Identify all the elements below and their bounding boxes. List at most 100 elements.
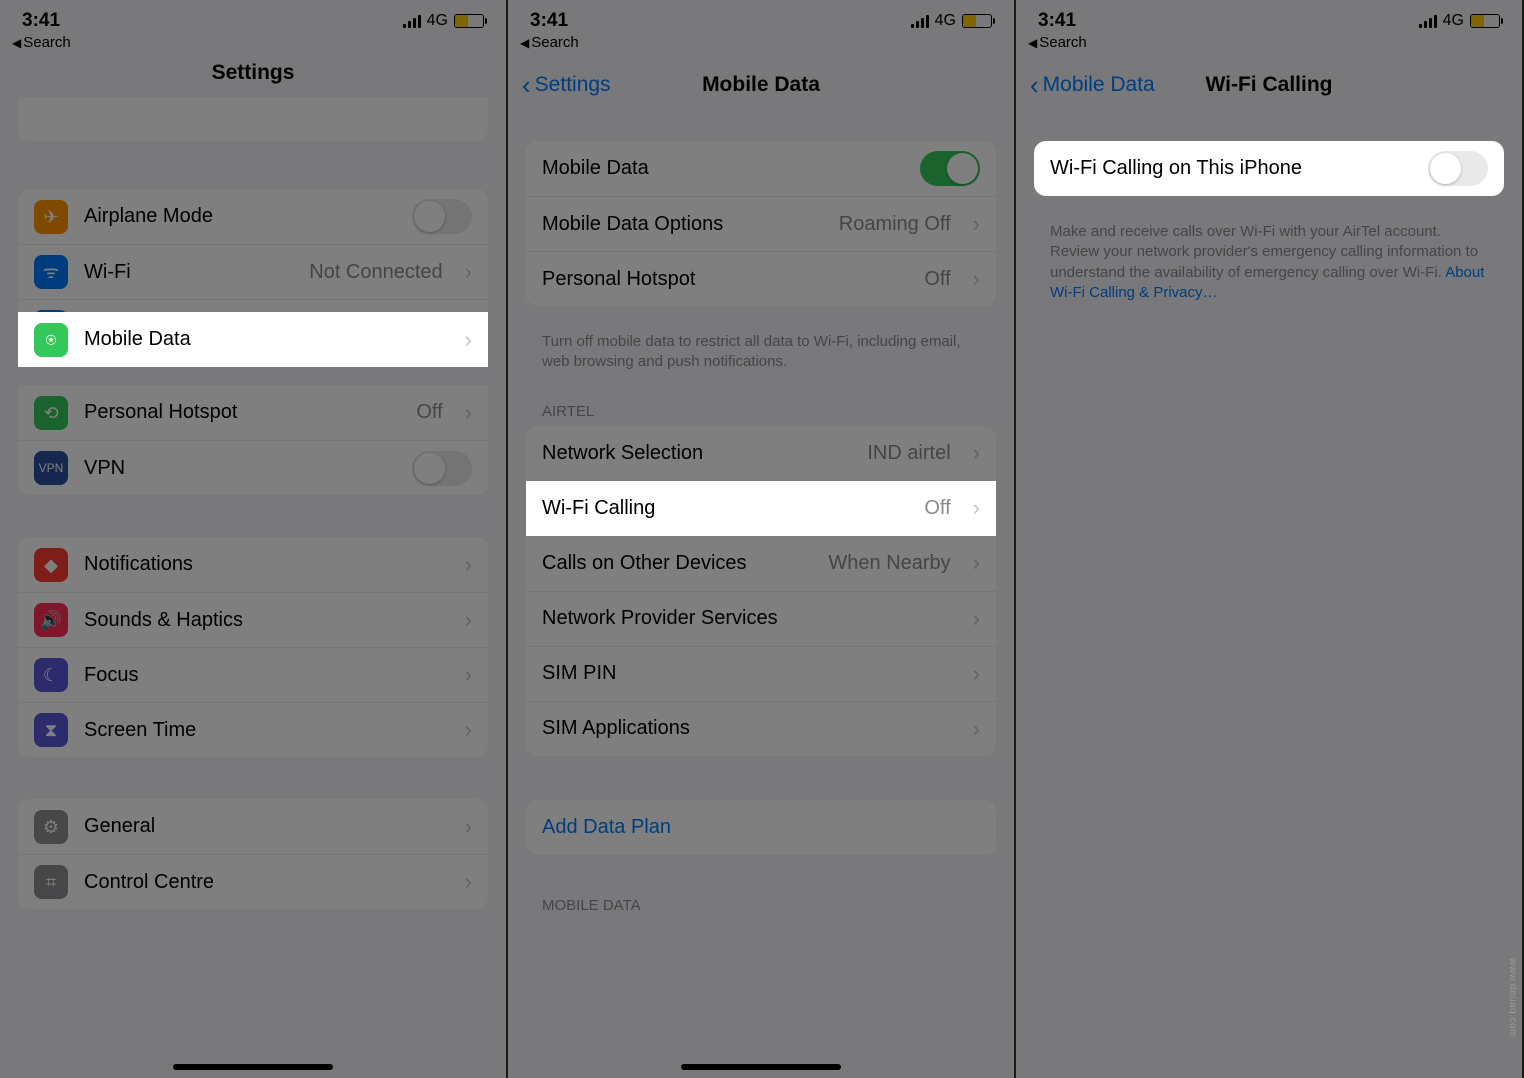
row-network-selection[interactable]: Network Selection IND airtel ›	[526, 426, 996, 481]
label: SIM PIN	[542, 662, 951, 685]
label: SIM Applications	[542, 717, 951, 740]
label: General	[84, 815, 443, 838]
row-calls-other-devices[interactable]: Calls on Other Devices When Nearby ›	[526, 536, 996, 591]
network-label: 4G	[427, 12, 448, 30]
value: Off	[924, 268, 950, 291]
vpn-icon: VPN	[34, 451, 68, 485]
value: IND airtel	[867, 442, 950, 465]
label: Personal Hotspot	[84, 401, 400, 424]
toggles-icon: ⌗	[34, 865, 68, 899]
general-group: ⚙ General › ⌗ Control Centre ›	[18, 799, 488, 909]
hotspot-icon: ⟲	[34, 396, 68, 430]
label: Wi-Fi	[84, 261, 293, 284]
chevron-right-icon: ›	[465, 259, 472, 285]
notifications-group: ◆ Notifications › 🔊 Sounds & Haptics › ☾…	[18, 537, 488, 757]
chevron-right-icon: ›	[465, 552, 472, 578]
row-general[interactable]: ⚙ General ›	[18, 799, 488, 854]
row-mobile-data-toggle[interactable]: Mobile Data	[526, 141, 996, 196]
chevron-right-icon: ›	[973, 550, 980, 576]
chevron-left-icon: ‹	[1030, 79, 1039, 92]
back-to-search[interactable]: ◀ Search	[508, 34, 1014, 59]
label: Notifications	[84, 553, 443, 576]
watermark: www.deuaq.com	[1507, 958, 1518, 1038]
label: Airplane Mode	[84, 205, 396, 228]
row-network-provider-services[interactable]: Network Provider Services ›	[526, 591, 996, 646]
signal-icon	[403, 14, 421, 28]
profile-card-stub[interactable]	[18, 97, 488, 141]
chevron-right-icon: ›	[973, 716, 980, 742]
row-personal-hotspot[interactable]: ⟲ Personal Hotspot Off ›	[18, 385, 488, 440]
label: Control Centre	[84, 871, 443, 894]
back-to-search[interactable]: ◀ Search	[0, 34, 506, 59]
signal-icon	[911, 14, 929, 28]
row-wifi-calling-on-iphone[interactable]: Wi-Fi Calling on This iPhone	[1034, 141, 1504, 196]
hourglass-icon: ⧗	[34, 713, 68, 747]
row-notifications[interactable]: ◆ Notifications ›	[18, 537, 488, 592]
value: Off	[924, 497, 950, 520]
chevron-right-icon: ›	[465, 662, 472, 688]
nav-bar: ‹ Settings Mobile Data	[508, 59, 1014, 111]
row-wifi-calling[interactable]: Wi-Fi Calling Off ›	[526, 481, 996, 536]
nav-bar: Settings	[0, 59, 506, 87]
label: Calls on Other Devices	[542, 552, 812, 575]
chevron-right-icon: ›	[465, 869, 472, 895]
section-mobile-data: MOBILE DATA	[508, 891, 1014, 920]
row-mobile-data-options[interactable]: Mobile Data Options Roaming Off ›	[526, 196, 996, 251]
row-sounds-haptics[interactable]: 🔊 Sounds & Haptics ›	[18, 592, 488, 647]
status-bar: 3:41 4G	[0, 0, 506, 34]
label: Wi-Fi Calling	[542, 497, 908, 520]
mobile-data-toggle[interactable]	[920, 151, 980, 186]
airplane-icon: ✈	[34, 200, 68, 234]
gear-icon: ⚙	[34, 810, 68, 844]
nav-back-button[interactable]: ‹ Mobile Data	[1030, 73, 1155, 97]
row-vpn[interactable]: VPN VPN	[18, 440, 488, 495]
status-time: 3:41	[22, 10, 60, 32]
speaker-icon: 🔊	[34, 603, 68, 637]
battery-icon	[1470, 14, 1500, 28]
add-data-plan-group: Add Data Plan	[526, 800, 996, 855]
value: Not Connected	[309, 261, 442, 284]
back-triangle-icon: ◀	[520, 36, 529, 50]
back-triangle-icon: ◀	[1028, 36, 1037, 50]
row-personal-hotspot[interactable]: Personal Hotspot Off ›	[526, 251, 996, 306]
row-control-centre[interactable]: ⌗ Control Centre ›	[18, 854, 488, 909]
network-label: 4G	[935, 12, 956, 30]
label: Personal Hotspot	[542, 268, 908, 291]
chevron-right-icon: ›	[465, 327, 472, 353]
row-add-data-plan[interactable]: Add Data Plan	[526, 800, 996, 855]
home-indicator[interactable]	[681, 1064, 841, 1070]
back-to-search[interactable]: ◀ Search	[1016, 34, 1522, 59]
row-airplane-mode[interactable]: ✈ Airplane Mode	[18, 189, 488, 244]
mobile-data-group: Mobile Data Mobile Data Options Roaming …	[526, 141, 996, 306]
battery-icon	[454, 14, 484, 28]
value: Roaming Off	[839, 213, 951, 236]
home-indicator[interactable]	[173, 1064, 333, 1070]
network-label: 4G	[1443, 12, 1464, 30]
row-sim-pin[interactable]: SIM PIN ›	[526, 646, 996, 701]
bell-icon: ◆	[34, 548, 68, 582]
signal-icon	[1419, 14, 1437, 28]
airplane-toggle[interactable]	[412, 199, 472, 234]
row-sim-applications[interactable]: SIM Applications ›	[526, 701, 996, 756]
label: Focus	[84, 664, 443, 687]
status-bar: 3:41 4G	[1016, 0, 1522, 34]
wifi-icon: ᯤ	[34, 255, 68, 289]
airtel-group-top: Network Selection IND airtel ›	[526, 426, 996, 481]
nav-back-button[interactable]: ‹ Settings	[522, 73, 611, 97]
value: When Nearby	[828, 552, 950, 575]
row-screen-time[interactable]: ⧗ Screen Time ›	[18, 702, 488, 757]
vpn-toggle[interactable]	[412, 451, 472, 486]
mobile-data-footer: Turn off mobile data to restrict all dat…	[508, 324, 1014, 397]
row-focus[interactable]: ☾ Focus ›	[18, 647, 488, 702]
row-mobile-data[interactable]: ⍟ Mobile Data ›	[18, 312, 488, 367]
chevron-right-icon: ›	[973, 440, 980, 466]
row-wifi[interactable]: ᯤ Wi-Fi Not Connected ›	[18, 244, 488, 299]
wifi-calling-toggle[interactable]	[1428, 151, 1488, 186]
page-title: Settings	[0, 61, 506, 85]
label: Network Selection	[542, 442, 851, 465]
chevron-right-icon: ›	[465, 717, 472, 743]
label: Network Provider Services	[542, 607, 951, 630]
label: Mobile Data	[542, 157, 904, 180]
wifi-calling-toggle-group: Wi-Fi Calling on This iPhone	[1034, 141, 1504, 196]
chevron-right-icon: ›	[465, 607, 472, 633]
